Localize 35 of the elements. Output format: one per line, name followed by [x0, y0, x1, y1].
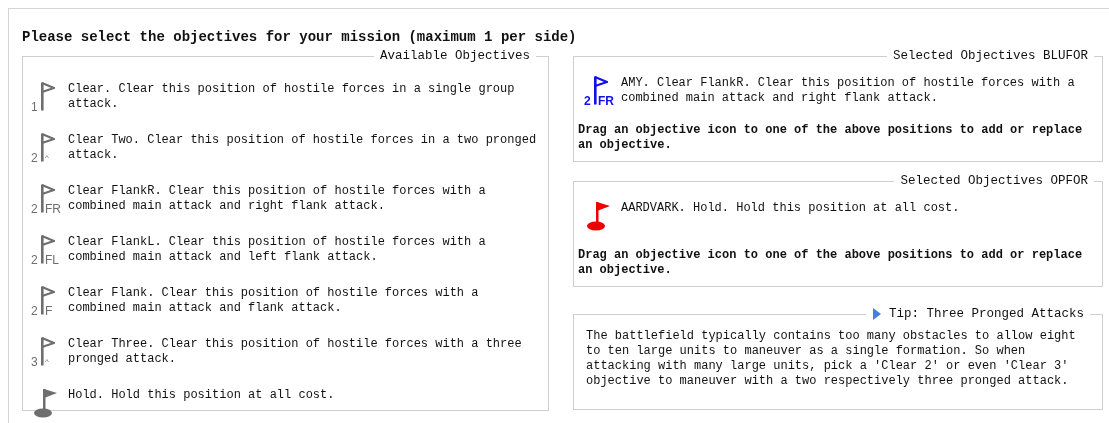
flag-suffix: ^: [45, 356, 49, 368]
objective-description: AARDVARK. Hold. Hold this position at all cost.: [621, 200, 960, 216]
flag-number: 2: [31, 152, 38, 164]
flag-icon[interactable]: [39, 336, 55, 366]
drag-hint: Drag an objective icon to one of the above positions to add or replace an objective.: [578, 248, 1084, 278]
flag-number: 1: [31, 101, 38, 113]
flag-suffix: FR: [45, 203, 61, 215]
panel-title: Available Objectives: [379, 49, 530, 63]
expand-triangle-icon[interactable]: [871, 308, 881, 320]
panel-title: Tip: Three Pronged Attacks: [888, 307, 1084, 321]
drag-hint: Drag an objective icon to one of the above positions to add or replace an objective.: [578, 123, 1084, 153]
flag-icon[interactable]: [39, 285, 55, 315]
flag-suffix: F: [45, 305, 53, 317]
objective-description: Clear FlankL. Clear this position of hostile forces with a combined main attack and left flank attack.: [68, 234, 487, 265]
objective-description: AMY. Clear FlankR. Clear this position of hostile forces with a combined main attack and right flank attack.: [621, 75, 1076, 106]
flag-number: 2: [31, 203, 38, 215]
objective-description: Clear Flank. Clear this position of hostile forces with a combined main attack and flank attack.: [68, 285, 480, 316]
flag-number: 2: [31, 305, 38, 317]
objective-description: Clear. Clear this position of hostile forces in a single group attack.: [68, 81, 516, 112]
panel-title: Selected Objectives OPFOR: [900, 174, 1088, 188]
tip-text: The battlefield typically contains too many obstacles to allow eight to ten large units to maneuver as a single formation. So when attacking with many large units, pick a 'Clear 2' or even 'Clear 3' objective to maneuver with a two respectively three pronged attack.: [585, 328, 1077, 389]
objective-description: Clear Three. Clear this position of hostile forces with a three pronged attack.: [68, 336, 523, 367]
flag-number: 2: [584, 95, 591, 107]
panel-title: Selected Objectives BLUFOR: [892, 49, 1088, 63]
objective-description: Clear FlankR. Clear this position of hostile forces with a combined main attack and right flank attack.: [68, 183, 487, 214]
flag-number: 2: [31, 254, 38, 266]
flag-suffix: ^: [45, 152, 49, 164]
flag-suffix: FL: [45, 254, 59, 266]
objective-description: Hold. Hold this position at all cost.: [68, 387, 335, 403]
page-title: Please select the objectives for your mission (maximum 1 per side): [22, 29, 578, 45]
flag-number: 3: [31, 356, 38, 368]
flag-icon[interactable]: [39, 81, 55, 111]
flag-icon[interactable]: [39, 132, 55, 162]
flag-suffix: FR: [598, 95, 614, 107]
objective-description: Clear Two. Clear this position of hostile forces in a two pronged attack.: [68, 132, 538, 163]
